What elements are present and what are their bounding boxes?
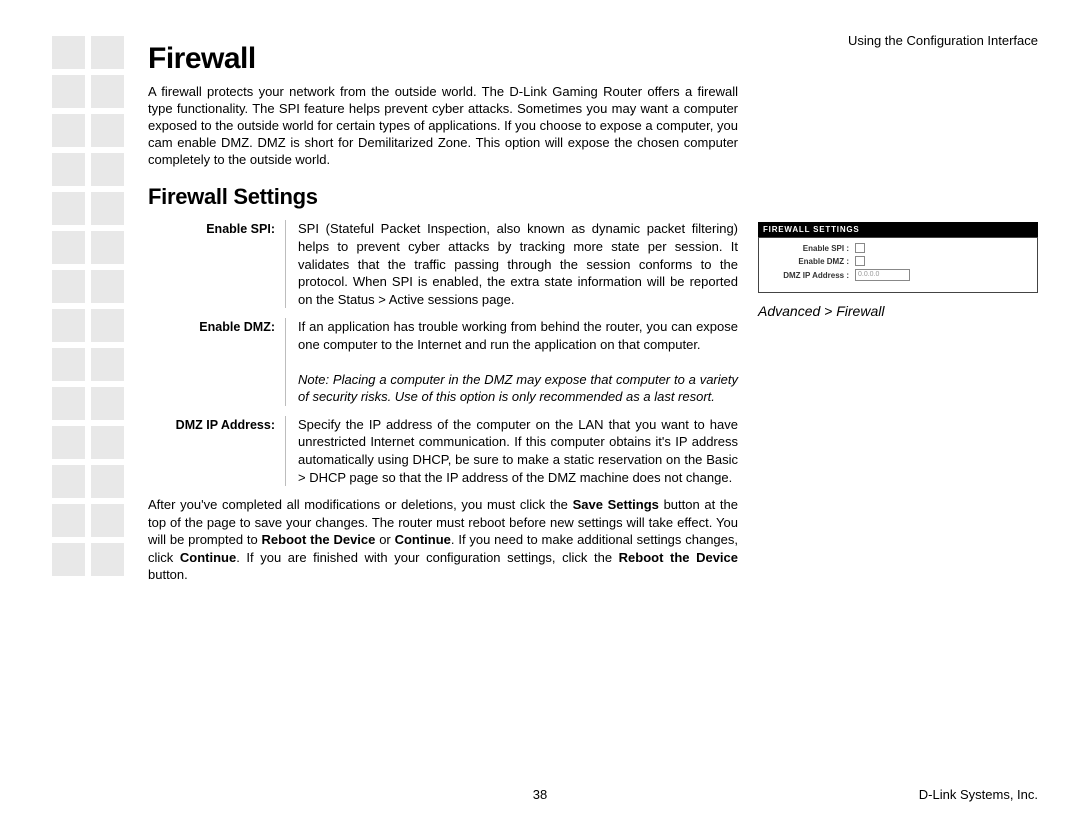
- inset-caption: Advanced > Firewall: [758, 303, 1038, 319]
- bold-reboot-device: Reboot the Device: [262, 532, 376, 547]
- inset-label-spi: Enable SPI :: [765, 244, 855, 253]
- bold-continue: Continue: [395, 532, 451, 547]
- setting-desc: Specify the IP address of the computer o…: [286, 416, 738, 486]
- inset-screenshot: FIREWALL SETTINGS Enable SPI : Enable DM…: [758, 222, 1038, 319]
- setting-label: Enable DMZ:: [148, 318, 286, 406]
- main-content: Firewall A firewall protects your networ…: [148, 42, 738, 584]
- section-title: Firewall Settings: [148, 184, 738, 210]
- settings-table: Enable SPI: SPI (Stateful Packet Inspect…: [148, 220, 738, 486]
- checkbox-icon: [855, 243, 865, 253]
- closing-text: button.: [148, 567, 188, 582]
- setting-text: If an application has trouble working fr…: [298, 319, 738, 352]
- decorative-sidebar: [52, 36, 124, 582]
- closing-text: . If you are finished with your configur…: [236, 550, 618, 565]
- bold-reboot-device: Reboot the Device: [619, 550, 738, 565]
- checkbox-icon: [855, 256, 865, 266]
- bold-save-settings: Save Settings: [573, 497, 659, 512]
- setting-label: Enable SPI:: [148, 220, 286, 308]
- setting-desc: SPI (Stateful Packet Inspection, also kn…: [286, 220, 738, 308]
- inset-label-dmz: Enable DMZ :: [765, 257, 855, 266]
- inset-body: Enable SPI : Enable DMZ : DMZ IP Address…: [758, 237, 1038, 293]
- input-icon: 0.0.0.0: [855, 269, 910, 281]
- setting-row: Enable DMZ: If an application has troubl…: [148, 318, 738, 406]
- setting-note: Note: Placing a computer in the DMZ may …: [298, 372, 738, 405]
- inset-label-dmz-ip: DMZ IP Address :: [765, 271, 855, 280]
- page-title: Firewall: [148, 42, 738, 76]
- closing-text: or: [375, 532, 394, 547]
- inset-header: FIREWALL SETTINGS: [758, 222, 1038, 237]
- closing-paragraph: After you've completed all modifications…: [148, 496, 738, 584]
- inset-row: DMZ IP Address : 0.0.0.0: [765, 269, 1031, 281]
- intro-paragraph: A firewall protects your network from th…: [148, 84, 738, 168]
- setting-desc: If an application has trouble working fr…: [286, 318, 738, 406]
- setting-label: DMZ IP Address:: [148, 416, 286, 486]
- closing-text: After you've completed all modifications…: [148, 497, 573, 512]
- company-name: D-Link Systems, Inc.: [919, 787, 1038, 802]
- setting-row: Enable SPI: SPI (Stateful Packet Inspect…: [148, 220, 738, 308]
- setting-row: DMZ IP Address: Specify the IP address o…: [148, 416, 738, 486]
- header-section-label: Using the Configuration Interface: [848, 33, 1038, 48]
- bold-continue: Continue: [180, 550, 236, 565]
- inset-row: Enable DMZ :: [765, 256, 1031, 266]
- inset-row: Enable SPI :: [765, 243, 1031, 253]
